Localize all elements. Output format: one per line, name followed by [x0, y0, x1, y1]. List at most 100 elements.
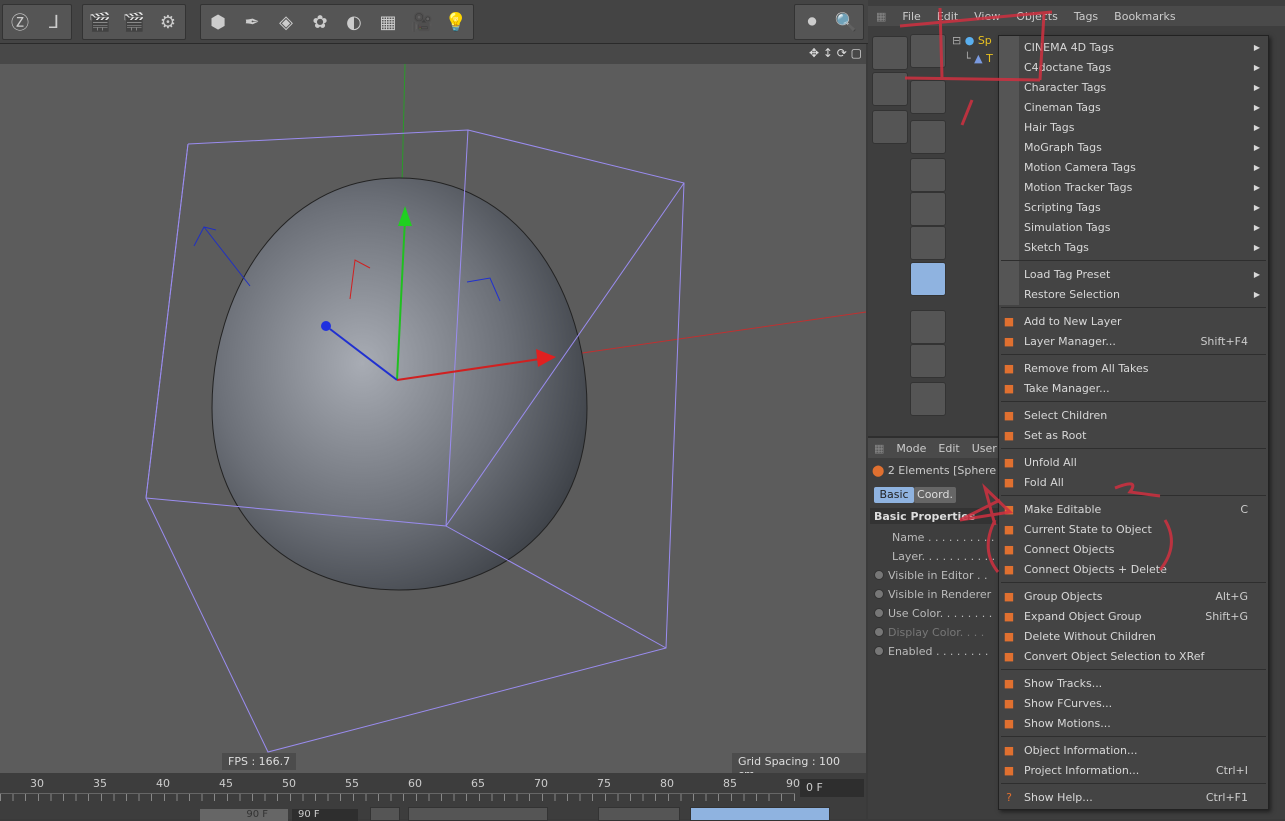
animation-radio[interactable]	[874, 608, 884, 618]
animation-radio[interactable]	[874, 646, 884, 656]
menu-item[interactable]: Load Tag Preset ▶	[999, 264, 1268, 284]
menu-tags[interactable]: Tags	[1066, 10, 1106, 23]
menu-item[interactable]: ■ Fold All	[999, 472, 1268, 492]
current-frame-field[interactable]: 0 F	[800, 779, 864, 797]
search-object-icon[interactable]: 🔍	[829, 5, 863, 39]
menu-item[interactable]: ■ Show FCurves...	[999, 693, 1268, 713]
menu-item-label: Motion Tracker Tags	[1024, 180, 1133, 194]
render-picture-icon[interactable]: 🎬	[117, 5, 151, 39]
axis-icon[interactable]	[872, 72, 908, 106]
menu-item[interactable]: Restore Selection ▶	[999, 284, 1268, 304]
render-view-icon[interactable]: 🎬	[83, 5, 117, 39]
menu-item[interactable]: ? Show Help... Ctrl+F1	[999, 787, 1268, 807]
live-select-icon[interactable]	[872, 110, 908, 144]
menu-item[interactable]: C4doctane Tags ▶	[999, 57, 1268, 77]
model-mode-icon[interactable]	[910, 80, 946, 114]
tab-basic[interactable]: Basic	[874, 487, 914, 503]
menu-item[interactable]: ■ Connect Objects	[999, 539, 1268, 559]
subdivision-icon[interactable]: ◈	[269, 5, 303, 39]
texture-mode-icon[interactable]	[910, 34, 946, 68]
menu-item[interactable]: Simulation Tags ▶	[999, 217, 1268, 237]
menu-item[interactable]: Motion Tracker Tags ▶	[999, 177, 1268, 197]
menu-item[interactable]: ■ Group Objects Alt+G	[999, 586, 1268, 606]
menu-item[interactable]: ■ Set as Root	[999, 425, 1268, 445]
menu-file[interactable]: File	[894, 10, 928, 23]
tree-item-child[interactable]: └ ▲ T	[964, 52, 993, 65]
attr-menu-edit[interactable]: Edit	[932, 442, 965, 455]
animation-radio[interactable]	[874, 589, 884, 599]
tab-coord[interactable]: Coord.	[914, 487, 956, 503]
menu-item[interactable]: ■ Current State to Object	[999, 519, 1268, 539]
menu-item[interactable]: ■ Add to New Layer	[999, 311, 1268, 331]
points-mode-icon[interactable]	[910, 192, 946, 226]
end-frame-slider[interactable]: 90 F	[200, 809, 288, 821]
object-tree[interactable]: ⊟ ● Sp └ ▲ T	[950, 32, 1000, 72]
menu-item[interactable]: ■ Connect Objects + Delete	[999, 559, 1268, 579]
menu-item[interactable]: Character Tags ▶	[999, 77, 1268, 97]
3d-viewport[interactable]: ✥ ↕ ⟳ ▢ FPS : 166.7 Grid Spacing : 100 c…	[0, 44, 866, 783]
animation-radio[interactable]	[874, 627, 884, 637]
timeline-ruler[interactable]	[0, 793, 795, 801]
workplane-icon[interactable]	[910, 158, 946, 192]
render-settings-icon[interactable]: ⚙	[151, 5, 185, 39]
menu-item[interactable]: ■ Convert Object Selection to XRef	[999, 646, 1268, 666]
menu-item[interactable]: ■ Show Motions...	[999, 713, 1268, 733]
blank-icon	[999, 37, 1019, 57]
viewport-nav-icons[interactable]: ✥ ↕ ⟳ ▢	[809, 46, 862, 60]
select-points-icon[interactable]	[872, 36, 908, 70]
attr-row[interactable]: Use Color. . . . . . . .	[874, 607, 992, 620]
menu-bookmarks[interactable]: Bookmarks	[1106, 10, 1183, 23]
menu-item[interactable]: ■ Make Editable C	[999, 499, 1268, 519]
menu-item[interactable]: CINEMA 4D Tags ▶	[999, 37, 1268, 57]
menu-item[interactable]: ■ Take Manager...	[999, 378, 1268, 398]
axis-lock-icon[interactable]: ⅃	[37, 5, 71, 39]
light-icon[interactable]: 💡	[439, 5, 473, 39]
tree-item-sphere[interactable]: ⊟ ● Sp	[952, 34, 992, 47]
menu-objects[interactable]: Objects	[1008, 10, 1066, 23]
menu-edit[interactable]: Edit	[929, 10, 966, 23]
attr-row[interactable]: Enabled . . . . . . . .	[874, 645, 988, 658]
sphere-object-icon: ●	[964, 34, 975, 47]
menu-item[interactable]: ■ Project Information... Ctrl+I	[999, 760, 1268, 780]
menu-item[interactable]: Hair Tags ▶	[999, 117, 1268, 137]
polygons-mode-icon[interactable]	[910, 262, 946, 296]
attr-row[interactable]: Name . . . . . . . . . . .	[892, 531, 1001, 544]
menu-item[interactable]: ■ Object Information...	[999, 740, 1268, 760]
menu-item[interactable]: ■ Select Children	[999, 405, 1268, 425]
menu-item[interactable]: ■ Delete Without Children	[999, 626, 1268, 646]
menu-item[interactable]: Motion Camera Tags ▶	[999, 157, 1268, 177]
undo-z-icon[interactable]: Ⓩ	[3, 5, 37, 39]
camera-icon[interactable]: 🎥	[405, 5, 439, 39]
menu-view[interactable]: View	[966, 10, 1008, 23]
menu-item[interactable]: Scripting Tags ▶	[999, 197, 1268, 217]
timeline[interactable]: 30 35 40 45 50 55 60 65 70 75 80 85 90 0 F 90 F 90 F	[0, 773, 866, 821]
floor-icon[interactable]: ▦	[371, 5, 405, 39]
attr-row[interactable]: Visible in Renderer	[874, 588, 991, 601]
menu-item[interactable]: Cineman Tags ▶	[999, 97, 1268, 117]
toolbar-group: 🎬 🎬 ⚙	[82, 4, 186, 40]
menu-item[interactable]: Sketch Tags ▶	[999, 237, 1268, 257]
edges-mode-icon[interactable]	[910, 226, 946, 260]
enable-axis-icon[interactable]	[910, 310, 946, 344]
cloner-icon[interactable]: ✿	[303, 5, 337, 39]
menu-item[interactable]: ■ Expand Object Group Shift+G	[999, 606, 1268, 626]
menu-item[interactable]: ■ Remove from All Takes	[999, 358, 1268, 378]
end-frame-field[interactable]: 90 F	[292, 809, 358, 821]
texture-edit-icon[interactable]	[910, 120, 946, 154]
menu-item[interactable]: ■ Show Tracks...	[999, 673, 1268, 693]
menu-item[interactable]: ■ Unfold All	[999, 452, 1268, 472]
attr-row[interactable]: Visible in Editor . .	[874, 569, 988, 582]
python-tags-icon[interactable]: ⚫	[795, 5, 829, 39]
attr-row[interactable]: Display Color. . . .	[874, 626, 984, 639]
cube-icon[interactable]: ⬢	[201, 5, 235, 39]
menu-item[interactable]: ■ Layer Manager... Shift+F4	[999, 331, 1268, 351]
snap-icon[interactable]	[910, 382, 946, 416]
deformer-icon[interactable]: ◐	[337, 5, 371, 39]
tweak-mode-icon[interactable]	[910, 344, 946, 378]
attr-menu-mode[interactable]: Mode	[890, 442, 932, 455]
menu-item[interactable]: MoGraph Tags ▶	[999, 137, 1268, 157]
attr-row[interactable]: Layer. . . . . . . . . . .	[892, 550, 995, 563]
animation-radio[interactable]	[874, 570, 884, 580]
pen-icon[interactable]: ✒	[235, 5, 269, 39]
blank-icon	[999, 284, 1019, 304]
